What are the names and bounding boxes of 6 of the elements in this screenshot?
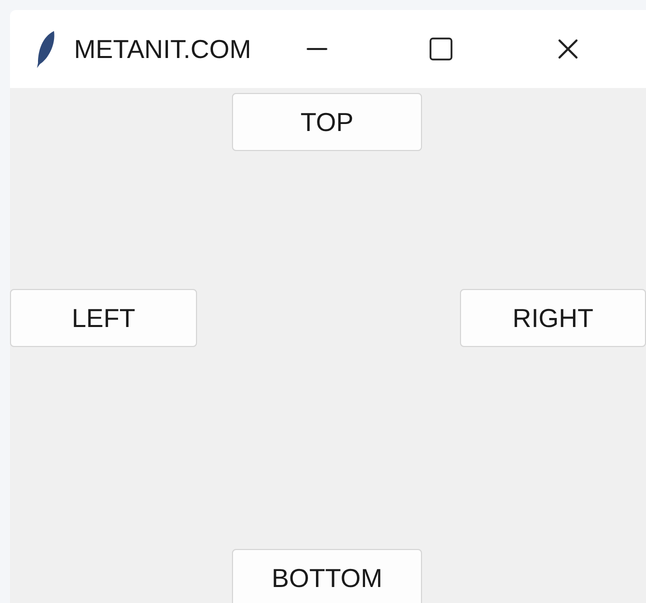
- window-title: METANIT.COM: [74, 32, 252, 66]
- window-button[interactable]: BOTTOM: [232, 549, 422, 603]
- window-button[interactable]: RIGHT: [460, 289, 646, 347]
- window-button[interactable]: LEFT: [10, 289, 197, 347]
- maximize-icon[interactable]: [427, 35, 456, 63]
- window-button[interactable]: TOP: [232, 93, 422, 151]
